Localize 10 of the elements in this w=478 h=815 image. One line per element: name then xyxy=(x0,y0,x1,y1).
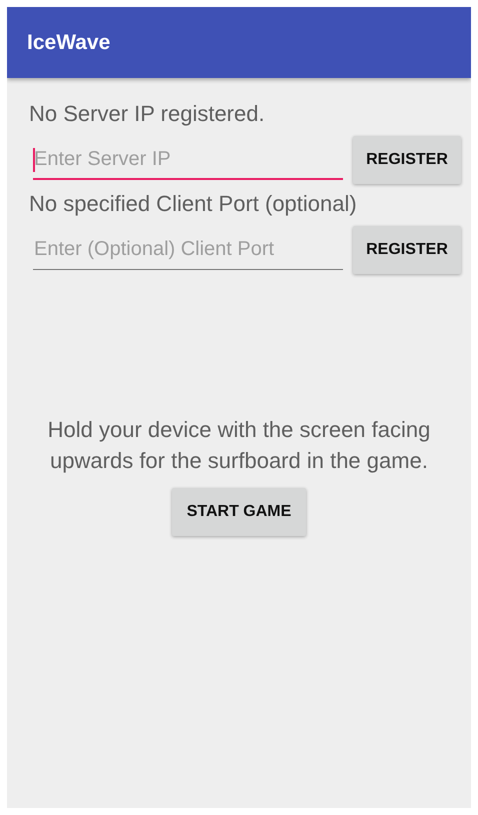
app-title: IceWave xyxy=(27,30,110,54)
text-field[interactable]: Enter (Optional) Client Port xyxy=(33,230,343,270)
text-field[interactable]: Enter Server IP xyxy=(33,140,343,180)
start-game-button[interactable]: START GAME xyxy=(172,488,306,536)
status-text: No Server IP registered. xyxy=(29,100,266,128)
instruction-text: Hold your device with the screen facing upwards for the surfboard in the game. xyxy=(46,416,432,475)
register-button[interactable]: REGISTER xyxy=(353,136,461,184)
register-button[interactable]: REGISTER xyxy=(353,226,461,274)
text-cursor xyxy=(33,148,35,172)
status-text: No specified Client Port (optional) xyxy=(29,190,358,218)
